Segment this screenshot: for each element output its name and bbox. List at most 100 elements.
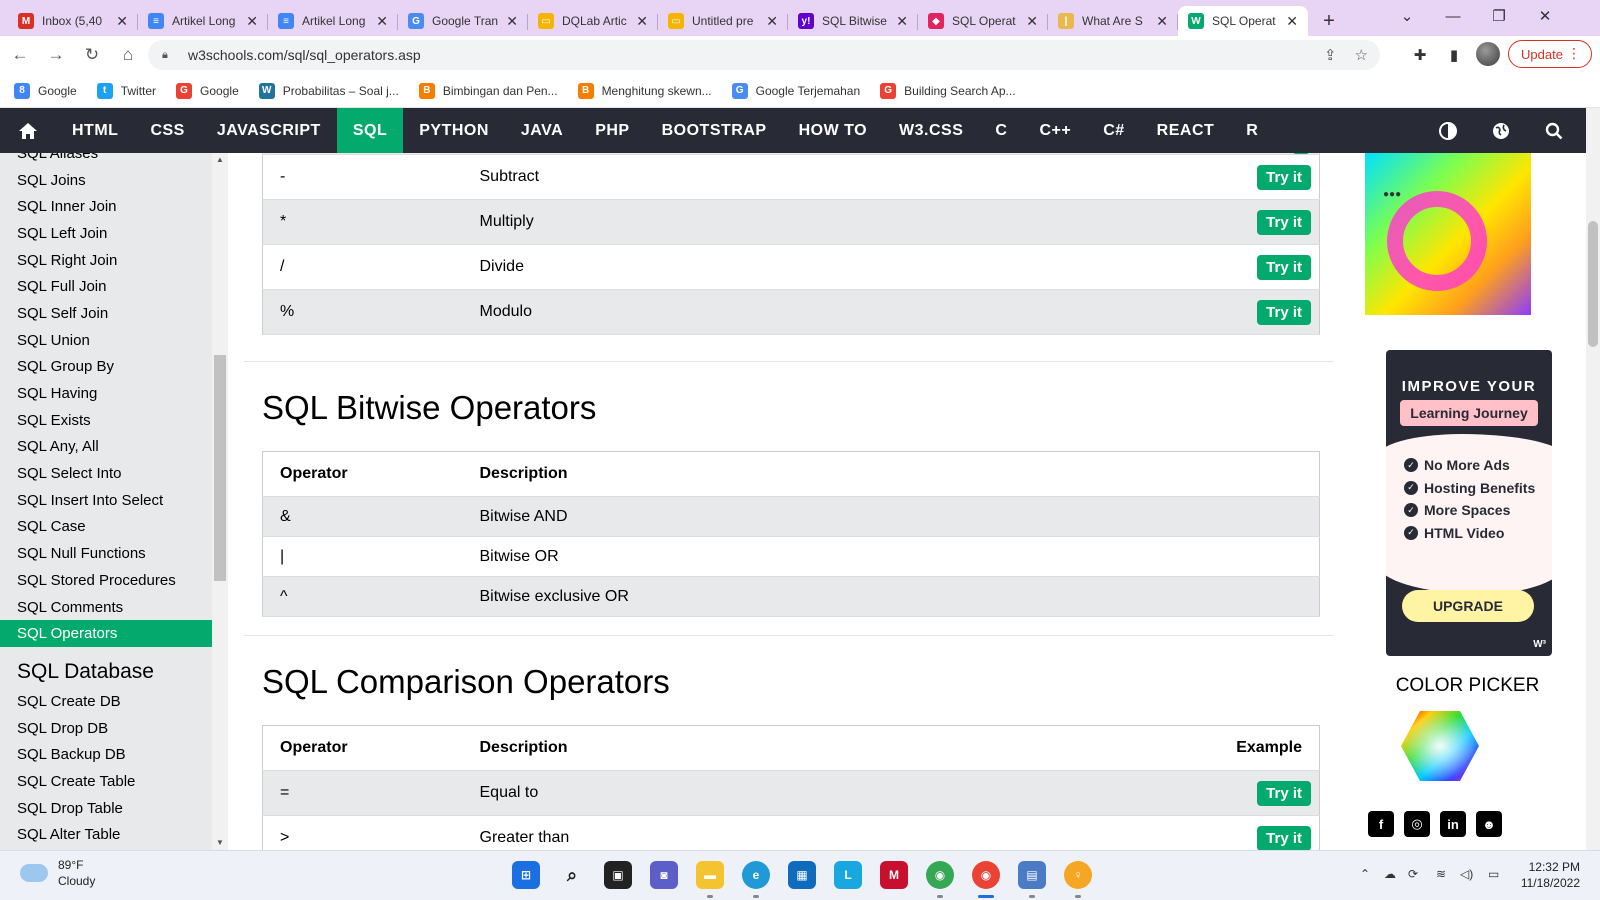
tab-close-icon[interactable]: ✕	[636, 13, 648, 30]
maximize-icon[interactable]: ❐	[1476, 0, 1522, 32]
sync-icon[interactable]: ⟳	[1408, 867, 1418, 881]
sidebar-item[interactable]: SQL Full Join	[0, 273, 212, 300]
sidebar-item[interactable]: SQL Joins	[0, 167, 212, 194]
home-link-icon[interactable]	[0, 108, 56, 153]
sidebar-item[interactable]: SQL Any, All	[0, 434, 212, 461]
page-scrollbar[interactable]	[1586, 108, 1600, 850]
file-explorer-icon[interactable]: ▬	[696, 861, 724, 889]
nav-item-w3-css[interactable]: W3.CSS	[883, 108, 979, 153]
close-window-icon[interactable]: ✕	[1522, 0, 1568, 32]
try-it-button[interactable]: Try it	[1257, 254, 1311, 280]
nav-item-bootstrap[interactable]: BOOTSTRAP	[646, 108, 783, 153]
search-taskbar-icon[interactable]: ⌕	[558, 861, 586, 889]
nav-item-sql[interactable]: SQL	[336, 108, 404, 153]
upgrade-button[interactable]: UPGRADE	[1402, 590, 1534, 622]
instagram-icon[interactable]: ◎	[1404, 811, 1430, 837]
battery-icon[interactable]: ▭	[1488, 867, 1499, 881]
nav-item-java[interactable]: JAVA	[505, 108, 579, 153]
browser-tab[interactable]: ≡ Artikel Long ✕	[138, 6, 268, 36]
browser-tab[interactable]: M Inbox (5,40 ✕	[8, 6, 138, 36]
sidebar-item[interactable]: SQL Create Table	[0, 768, 212, 795]
sidebar-item[interactable]: SQL Aliases	[0, 153, 212, 167]
wifi-icon[interactable]: ≋	[1436, 867, 1446, 881]
bookmark-item[interactable]: B Menghitung skewn...	[577, 82, 712, 99]
scroll-up-icon[interactable]: ▲	[216, 155, 224, 164]
sidebar-item[interactable]: SQL Self Join	[0, 300, 212, 327]
scroll-down-icon[interactable]: ▼	[216, 838, 224, 847]
sidebar-item[interactable]: SQL Create DB	[0, 688, 212, 715]
sidebar-item[interactable]: SQL Drop Table	[0, 795, 212, 822]
forward-icon[interactable]: →	[40, 39, 72, 71]
nav-item-c-[interactable]: C#	[1087, 108, 1140, 153]
sidebar-item[interactable]: SQL Inner Join	[0, 193, 212, 220]
volume-icon[interactable]: ◁)	[1460, 867, 1473, 881]
sidebar-item[interactable]: SQL Case	[0, 514, 212, 541]
tab-close-icon[interactable]: ✕	[766, 13, 778, 30]
browser-tab[interactable]: ≡ Artikel Long ✕	[268, 6, 398, 36]
calculator-icon[interactable]: ▤	[1018, 861, 1046, 889]
tab-close-icon[interactable]: ✕	[1156, 13, 1168, 30]
edge-icon[interactable]: e	[742, 861, 770, 889]
start-icon[interactable]: ⊞	[512, 861, 540, 889]
sidebar-scrollbar[interactable]: ▲ ▼	[212, 153, 228, 850]
tab-close-icon[interactable]: ✕	[1026, 13, 1038, 30]
nav-item-c[interactable]: C	[979, 108, 1023, 153]
sidebar-item[interactable]: SQL Select Into	[0, 460, 212, 487]
discord-icon[interactable]: ☻	[1476, 811, 1502, 837]
chrome-profile-icon[interactable]: ◉	[926, 861, 954, 889]
nav-item-php[interactable]: PHP	[579, 108, 645, 153]
sidebar-item[interactable]: SQL Alter Table	[0, 822, 212, 849]
upgrade-advertisement[interactable]: IMPROVE YOUR Learning Journey ✓ No More A…	[1386, 350, 1552, 656]
browser-tab[interactable]: W SQL Operat ✕	[1178, 6, 1308, 36]
tab-close-icon[interactable]: ✕	[506, 13, 518, 30]
task-view-icon[interactable]: ▣	[604, 861, 632, 889]
browser-tab[interactable]: y! SQL Bitwise ✕	[788, 6, 918, 36]
sidebar-item[interactable]: SQL Operators	[0, 620, 212, 648]
tab-close-icon[interactable]: ✕	[1286, 13, 1298, 30]
minimize-icon[interactable]: —	[1430, 0, 1476, 32]
system-clock[interactable]: 12:32 PM 11/18/2022	[1516, 859, 1580, 891]
extensions-icon[interactable]: ✚	[1408, 43, 1432, 67]
home-icon[interactable]: ⌂	[112, 39, 144, 71]
tab-close-icon[interactable]: ✕	[116, 13, 128, 30]
sidebar-item[interactable]: SQL Having	[0, 380, 212, 407]
sidebar-item[interactable]: SQL Right Join	[0, 247, 212, 274]
nav-item-html[interactable]: HTML	[56, 108, 134, 153]
onedrive-icon[interactable]: ☁	[1384, 867, 1396, 881]
browser-tab[interactable]: G Google Tran ✕	[398, 6, 528, 36]
update-button[interactable]: Update ⋮	[1508, 40, 1592, 68]
color-picker-hexagon-icon[interactable]	[1400, 709, 1480, 783]
bookmark-item[interactable]: B Bimbingan dan Pen...	[418, 82, 558, 99]
sidebar-item[interactable]: SQL Comments	[0, 594, 212, 621]
weather-widget[interactable]: 89°F Cloudy	[20, 857, 95, 889]
pin-app-icon[interactable]: ♀	[1064, 861, 1092, 889]
profile-avatar[interactable]	[1476, 42, 1500, 66]
facebook-icon[interactable]: f	[1368, 811, 1394, 837]
sidebar-item[interactable]: SQL Stored Procedures	[0, 567, 212, 594]
bookmark-item[interactable]: W Probabilitas – Soal j...	[258, 82, 399, 99]
tab-close-icon[interactable]: ✕	[896, 13, 908, 30]
nav-item-c-[interactable]: C++	[1023, 108, 1087, 153]
tab-close-icon[interactable]: ✕	[246, 13, 258, 30]
try-it-button[interactable]: Try it	[1257, 825, 1311, 850]
tab-search-icon[interactable]: ⌄	[1384, 0, 1430, 32]
page-scroll-thumb[interactable]	[1588, 221, 1598, 347]
sidebar-item[interactable]: SQL Group By	[0, 354, 212, 381]
tray-chevron-icon[interactable]: ⌃	[1360, 867, 1370, 881]
bookmark-item[interactable]: G Building Search Ap...	[880, 82, 1016, 99]
try-it-button[interactable]: Try it	[1257, 164, 1311, 190]
mcafee-icon[interactable]: M	[880, 861, 908, 889]
try-it-button[interactable]: Try it	[1257, 780, 1311, 806]
sidebar-item[interactable]: SQL Backup DB	[0, 741, 212, 768]
side-panel-icon[interactable]: ▮	[1442, 43, 1466, 67]
nav-item-python[interactable]: PYTHON	[403, 108, 505, 153]
try-it-button[interactable]: Try it	[1257, 299, 1311, 325]
sidebar-scroll-thumb[interactable]	[214, 355, 226, 581]
browser-tab[interactable]: ▭ Untitled pre ✕	[658, 6, 788, 36]
sidebar-item[interactable]: SQL Left Join	[0, 220, 212, 247]
sidebar-item[interactable]: SQL Exists	[0, 407, 212, 434]
linkedin-icon[interactable]: in	[1440, 811, 1466, 837]
sidebar-item[interactable]: SQL Drop DB	[0, 715, 212, 742]
sidebar-item[interactable]: SQL Union	[0, 327, 212, 354]
try-it-button[interactable]: Try it	[1257, 209, 1311, 235]
